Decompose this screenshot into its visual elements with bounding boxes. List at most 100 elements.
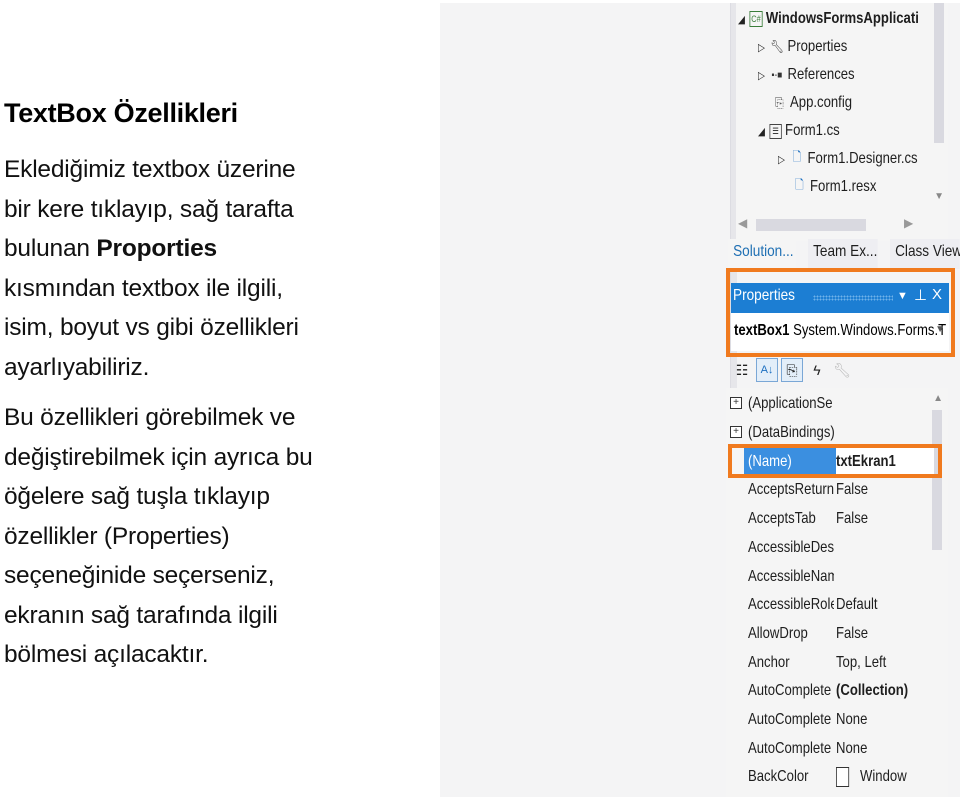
property-row[interactable]: + (ApplicationSe [726,390,934,419]
property-row[interactable]: AutoComplete None [726,734,934,763]
resx-file-icon: 🗋︎ [795,177,804,192]
explorer-tabs: Solution... Team Ex... Class View [728,239,960,269]
property-row[interactable]: AutoComplete (Collection) [726,677,934,706]
tree-item-label: References [787,66,855,83]
property-value[interactable]: None [836,734,934,763]
property-name-text: BackColor [748,768,809,786]
paragraph-line: seçeneğinide seçerseniz, [4,562,275,589]
property-name-text: AcceptsTab [748,510,816,528]
property-value[interactable]: Default [836,591,934,620]
references-icon: ▪‑■ [771,69,783,81]
property-value-text: Default [836,596,878,614]
property-value-text: None [836,711,868,729]
expand-plus-icon[interactable]: + [730,397,742,409]
tree-item-label: WindowsFormsApplicati [765,10,919,27]
property-row[interactable]: AutoComplete None [726,706,934,735]
property-row[interactable]: AcceptsReturn False [726,476,934,505]
cs-file-icon: 🗋︎ [792,149,802,164]
tree-item-label: Properties [787,38,848,55]
scroll-right-arrow-icon[interactable]: ▶ [904,216,913,230]
paragraph-line: özellikler (Properties) [4,522,230,550]
collapsed-triangle-icon[interactable]: ▷ [758,69,769,82]
tree-item-properties[interactable]: ▷ 🔧︎ Properties [758,33,847,61]
events-icon[interactable]: ϟ [806,358,828,382]
expand-plus-icon[interactable]: + [730,425,742,438]
expanded-triangle-icon[interactable]: ◢ [758,125,769,138]
property-row[interactable]: AccessibleDesc [726,534,934,563]
scrollbar-thumb[interactable] [756,219,866,231]
solution-explorer: ◢ C# WindowsFormsApplicati ▷ 🔧︎ Properti… [736,3,948,241]
tree-item-form1-resx[interactable]: 🗋︎ Form1.resx [792,173,876,201]
property-name-text: AccessibleRole [748,596,834,614]
paragraph-line: bir kere tıklayıp, sağ tarafta [4,195,294,223]
config-file-icon: ⎘ [775,95,784,110]
property-name-text: Anchor [748,653,790,671]
color-swatch [836,767,850,788]
wrench-icon[interactable]: 🔧︎ [831,358,853,382]
tree-item-label: App.config [790,94,853,111]
paragraph-line: bulunan Proporties [4,229,424,269]
property-value[interactable]: Top, Left [836,648,934,677]
property-name-text: (ApplicationSe [748,395,833,413]
property-row[interactable]: AcceptsTab False [726,505,934,534]
property-value-text: False [836,510,869,528]
property-name: AutoComplete [748,734,834,763]
expanded-triangle-icon[interactable]: ◢ [738,13,749,26]
collapsed-triangle-icon[interactable]: ▷ [778,153,789,166]
tab-solution-explorer[interactable]: Solution... [728,239,796,269]
scroll-up-arrow-icon[interactable]: ▲ [933,393,943,404]
property-row[interactable]: Anchor Top, Left [726,648,934,677]
property-value-text: Window [860,768,907,786]
property-name: AutoComplete [748,706,834,735]
property-name-text: AutoComplete [748,682,832,700]
scroll-down-arrow-icon[interactable]: ▼ [934,191,944,202]
tree-item-app-config[interactable]: ⎘ App.config [772,89,852,117]
property-name-text: AllowDrop [748,624,808,642]
property-name: AccessibleDesc [748,534,834,563]
property-value[interactable] [836,562,934,591]
slide-title: TextBox Özellikleri [4,98,238,128]
property-value[interactable]: Window [836,763,934,792]
property-row[interactable]: AccessibleNam [726,562,934,591]
property-value[interactable]: (Collection) [836,677,934,706]
property-row[interactable]: AllowDrop False [726,620,934,649]
scroll-left-arrow-icon[interactable]: ◀ [738,216,747,230]
property-pages-icon[interactable]: ⎘ [781,358,803,382]
property-value[interactable]: None [836,706,934,735]
property-name-text: AcceptsReturn [748,481,834,499]
property-value[interactable] [836,390,934,419]
paragraph-1: Eklediğimiz textbox üzerine bir kere tık… [4,150,424,387]
property-name: AllowDrop [748,620,834,649]
emphasis-proporties: Proporties [96,235,217,262]
categorized-icon[interactable]: ☷ [731,358,753,382]
tree-item-project[interactable]: ◢ C# WindowsFormsApplicati [738,5,919,33]
property-value-text: None [836,739,868,757]
paragraph-line: kısmından textbox ile ilgili, [4,274,283,302]
property-name: AcceptsReturn [748,476,834,505]
tab-class-view[interactable]: Class View [890,239,960,269]
tab-team-explorer[interactable]: Team Ex... [808,239,878,269]
property-row[interactable]: BackColor Window [726,763,934,792]
horizontal-scrollbar[interactable]: ◀ ▶ [736,213,936,235]
property-value[interactable] [836,534,934,563]
vertical-scrollbar[interactable] [934,3,944,143]
property-name: AcceptsTab [748,505,834,534]
property-row[interactable]: AccessibleRole Default [726,591,934,620]
tree-item-label: Form1.Designer.cs [807,150,918,167]
tree-item-form1[interactable]: ◢ ☰ Form1.cs [758,117,840,145]
property-value[interactable]: False [836,476,934,505]
paragraph-line: değiştirebilmek için ayrıca bu [4,443,313,471]
paragraph-line: ekranın sağ tarafında ilgili [4,601,278,629]
tree-item-label: Form1.cs [785,122,840,139]
alphabetical-icon[interactable]: A↓ [756,358,778,382]
property-value[interactable]: False [836,505,934,534]
tree-item-references[interactable]: ▷ ▪‑■ References [758,61,855,89]
property-value[interactable]: False [836,620,934,649]
property-name-text: AutoComplete [748,711,832,729]
collapsed-triangle-icon[interactable]: ▷ [758,41,769,54]
property-value-text: False [836,481,869,499]
form-icon: ☰ [769,123,782,139]
paragraph-line: öğelere sağ tuşla tıklayıp [4,483,270,510]
tree-item-form1-designer[interactable]: ▷ 🗋︎ Form1.Designer.cs [778,145,918,173]
paragraph-2: Bu özellikleri görebilmek ve değiştirebi… [4,398,424,675]
